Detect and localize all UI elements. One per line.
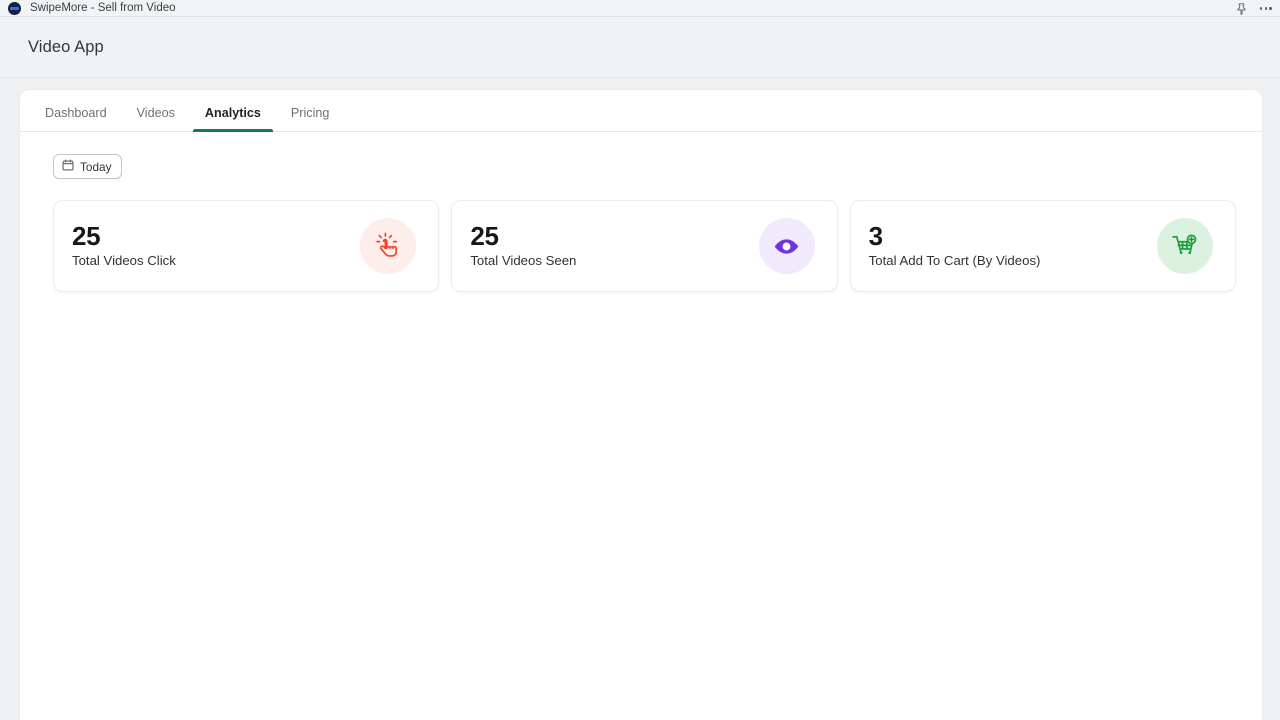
- date-range-filter-button[interactable]: Today: [53, 154, 122, 179]
- stat-value: 25: [470, 223, 576, 249]
- pin-icon[interactable]: [1236, 3, 1247, 15]
- calendar-icon: [62, 159, 74, 174]
- stat-card-total-add-to-cart: 3 Total Add To Cart (By Videos): [850, 200, 1236, 292]
- stat-card-text: 25 Total Videos Seen: [470, 223, 576, 269]
- stat-card-total-videos-click: 25 Total Videos Click: [53, 200, 439, 292]
- stat-card-text: 25 Total Videos Click: [72, 223, 176, 269]
- stat-value: 25: [72, 223, 176, 249]
- stat-value: 3: [869, 223, 1041, 249]
- browser-chrome-actions: [1236, 0, 1272, 17]
- more-options-icon[interactable]: [1260, 7, 1272, 10]
- browser-tab-bar: SwipeMore - Sell from Video: [0, 0, 1280, 17]
- add-to-cart-icon: [1157, 218, 1213, 274]
- tab-analytics[interactable]: Analytics: [190, 107, 276, 131]
- stat-card-total-videos-seen: 25 Total Videos Seen: [451, 200, 837, 292]
- tab-bar: Dashboard Videos Analytics Pricing: [20, 90, 1262, 132]
- tab-videos[interactable]: Videos: [122, 107, 190, 131]
- stat-label: Total Videos Seen: [470, 254, 576, 269]
- stat-label: Total Videos Click: [72, 254, 176, 269]
- tab-dashboard[interactable]: Dashboard: [30, 107, 122, 131]
- analytics-content: Today 25 Total Videos Click: [20, 132, 1262, 720]
- page-title: Video App: [28, 38, 104, 57]
- main-panel: Dashboard Videos Analytics Pricing Today: [20, 90, 1262, 720]
- tab-pricing[interactable]: Pricing: [276, 107, 345, 131]
- click-tap-icon: [360, 218, 416, 274]
- stat-label: Total Add To Cart (By Videos): [869, 254, 1041, 269]
- stat-cards-row: 25 Total Videos Click 25 Total Video: [53, 200, 1236, 292]
- stat-card-text: 3 Total Add To Cart (By Videos): [869, 223, 1041, 269]
- swipemore-favicon: [8, 2, 21, 15]
- app-header: Video App: [0, 17, 1280, 78]
- date-range-filter-label: Today: [80, 160, 111, 174]
- eye-icon: [759, 218, 815, 274]
- page-body: Dashboard Videos Analytics Pricing Today: [0, 78, 1280, 720]
- browser-tab-title[interactable]: SwipeMore - Sell from Video: [30, 2, 176, 14]
